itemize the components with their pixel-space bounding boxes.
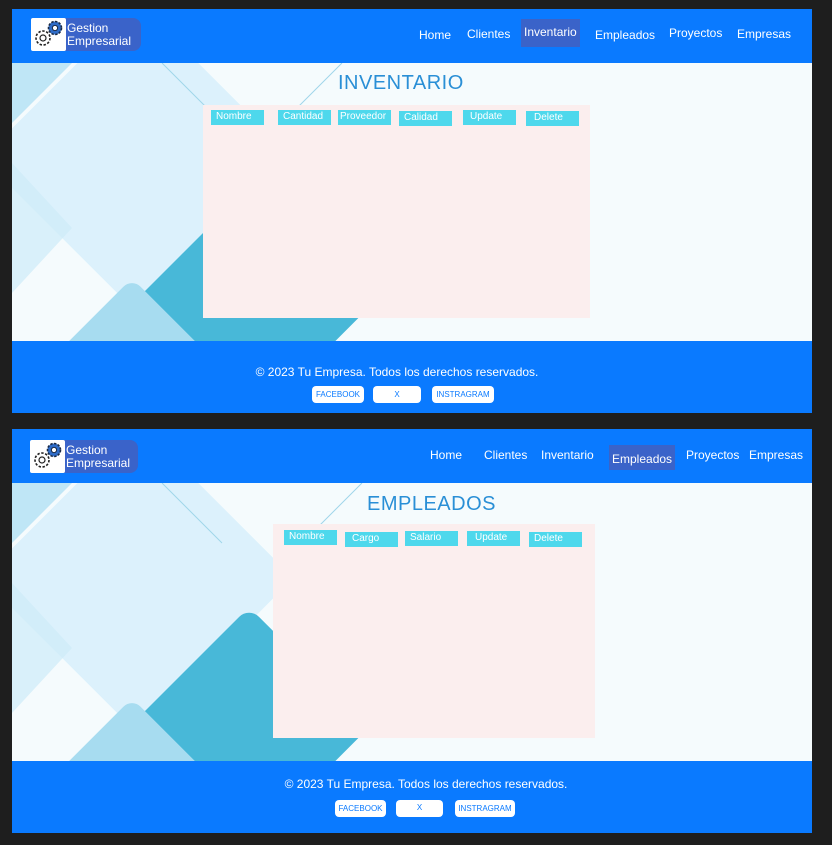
- column-header-salario: Salario: [405, 531, 458, 546]
- nav-clientes[interactable]: Clientes: [464, 23, 513, 45]
- instagram-button[interactable]: INSTRAGRAM: [432, 386, 494, 403]
- navbar: Gestion Empresarial Home Clientes Invent…: [12, 429, 812, 483]
- column-header-cantidad: Cantidad: [278, 110, 331, 125]
- copyright-text: © 2023 Tu Empresa. Todos los derechos re…: [284, 777, 568, 791]
- empleados-table: Nombre Cargo Salario Update Delete: [273, 524, 595, 738]
- empleados-page: Gestion Empresarial Home Clientes Invent…: [12, 429, 812, 833]
- navbar: Gestion Empresarial Home Clientes Invent…: [12, 9, 812, 63]
- footer: © 2023 Tu Empresa. Todos los derechos re…: [12, 761, 812, 833]
- column-header-nombre: Nombre: [211, 110, 264, 125]
- nav-home[interactable]: Home: [416, 24, 454, 46]
- instagram-button[interactable]: INSTRAGRAM: [455, 800, 515, 817]
- brand-line-2: Empresarial: [66, 456, 131, 470]
- column-header-delete: Delete: [526, 111, 579, 126]
- x-button[interactable]: X: [396, 800, 443, 817]
- facebook-button[interactable]: FACEBOOK: [335, 800, 386, 817]
- copyright-text: © 2023 Tu Empresa. Todos los derechos re…: [255, 365, 539, 379]
- nav-empleados[interactable]: Empleados: [609, 445, 676, 470]
- column-header-update: Update: [467, 531, 520, 546]
- nav-clientes[interactable]: Clientes: [481, 444, 530, 466]
- brand[interactable]: Gestion Empresarial: [31, 18, 141, 51]
- page-title: INVENTARIO: [338, 72, 464, 94]
- column-header-nombre: Nombre: [284, 530, 337, 545]
- brand-line-2: Empresarial: [67, 34, 132, 48]
- x-button[interactable]: X: [373, 386, 421, 403]
- nav-empresas[interactable]: Empresas: [734, 23, 794, 45]
- nav-proyectos[interactable]: Proyectos: [683, 444, 742, 466]
- nav-empleados[interactable]: Empleados: [592, 24, 658, 46]
- column-header-proveedor: Proveedor: [338, 110, 391, 125]
- nav-inventario[interactable]: Inventario: [538, 444, 597, 466]
- gears-icon: [31, 18, 66, 51]
- inventario-table: Nombre Cantidad Proveedor Calidad Update…: [203, 105, 590, 318]
- column-header-cargo: Cargo: [345, 532, 398, 547]
- brand[interactable]: Gestion Empresarial: [30, 440, 138, 473]
- column-header-calidad: Calidad: [399, 111, 452, 126]
- nav-inventario[interactable]: Inventario: [521, 19, 580, 47]
- inventario-page: Gestion Empresarial Home Clientes Invent…: [12, 9, 812, 413]
- nav-empresas[interactable]: Empresas: [746, 444, 806, 466]
- footer: © 2023 Tu Empresa. Todos los derechos re…: [12, 341, 812, 413]
- column-header-update: Update: [463, 110, 516, 125]
- facebook-button[interactable]: FACEBOOK: [312, 386, 364, 403]
- gears-icon: [30, 440, 65, 473]
- nav-home[interactable]: Home: [427, 444, 465, 466]
- column-header-delete: Delete: [529, 532, 582, 547]
- page-title: EMPLEADOS: [367, 493, 496, 515]
- nav-proyectos[interactable]: Proyectos: [666, 22, 725, 44]
